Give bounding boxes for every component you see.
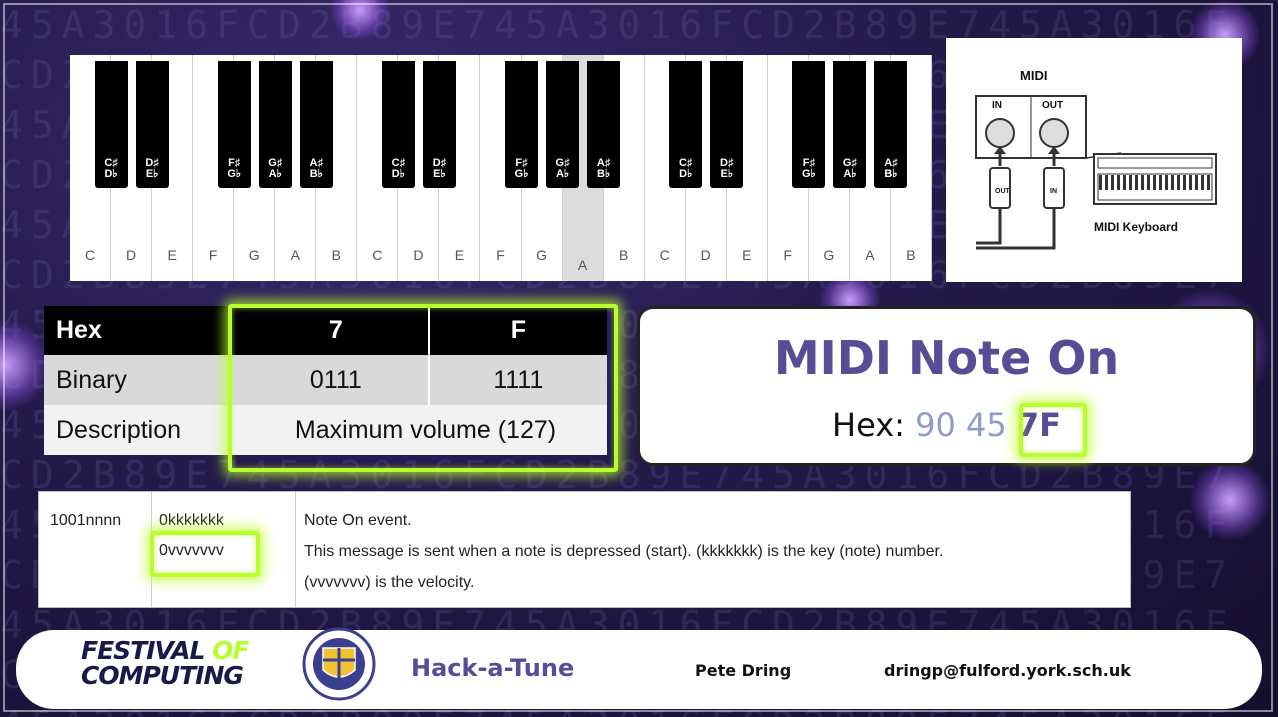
black-key-label: F♯ G♭	[227, 157, 242, 180]
white-key-label: G	[248, 247, 260, 263]
midi-keyboard-label: MIDI Keyboard	[1094, 220, 1178, 234]
midi-out-port-icon	[1039, 118, 1069, 148]
midi-connection-diagram: MIDI IN OUT OUT IN MIDI Keyboard	[946, 38, 1242, 282]
hex-byte-velocity: 7F	[1016, 406, 1061, 444]
table-cell	[39, 492, 152, 607]
white-key-label: D	[126, 247, 137, 263]
plug-in-label: IN	[1050, 188, 1057, 195]
author-email: dringp@fulford.york.sch.uk	[884, 661, 1131, 680]
midi-out-label: OUT	[1042, 100, 1063, 111]
black-key-label: A♯ B♭	[884, 157, 898, 180]
school-crest-icon	[302, 627, 376, 701]
white-key-label: F	[496, 247, 505, 263]
table-row: Binary 0111 1111	[44, 355, 607, 405]
white-key-label: F	[208, 247, 218, 263]
midi-spec-table: 1001nnnn 0kkkkkkk 0vvvvvvv Note On event…	[38, 491, 1131, 608]
hex-value-f: F	[428, 306, 607, 355]
white-key-label: E	[167, 247, 177, 263]
piano-black-key[interactable]: D♯ E♭	[422, 61, 456, 188]
plug-out-label: OUT	[995, 188, 1011, 195]
white-key-label: G	[823, 247, 835, 263]
midi-cable	[976, 208, 1056, 250]
black-key-label: F♯ G♭	[514, 157, 529, 180]
piano-black-key[interactable]: G♯ A♭	[546, 61, 580, 188]
description-value: Maximum volume (127)	[244, 405, 607, 455]
black-key-label: A♯ B♭	[309, 157, 323, 180]
black-key-label: C♯ D♭	[391, 157, 406, 180]
description-row-label: Description	[44, 405, 244, 455]
piano-black-key[interactable]: C♯ D♭	[669, 61, 703, 188]
midi-in-port-icon	[985, 118, 1015, 148]
piano-black-key[interactable]: G♯ A♭	[833, 61, 867, 188]
white-key-label: A	[290, 247, 300, 263]
note-on-hex: Hex: 90 45 7F	[640, 406, 1253, 444]
piano-black-key[interactable]: D♯ E♭	[710, 61, 744, 188]
black-key-label: D♯ E♭	[432, 157, 447, 180]
white-key-label: C	[84, 247, 96, 263]
festival-of-computing-logo: FESTIVAL OF COMPUTING	[81, 636, 250, 690]
note-on-title: MIDI Note On	[773, 331, 1120, 385]
white-key-label: D	[700, 247, 711, 263]
author-name: Pete Dring	[695, 661, 792, 680]
white-key-label: C	[372, 247, 383, 263]
piano-black-key[interactable]: G♯ A♭	[258, 61, 292, 188]
white-key-label: B	[906, 247, 916, 263]
white-key-label: E	[454, 247, 465, 263]
white-key-label: F	[783, 247, 793, 263]
white-key-label: B	[331, 247, 341, 263]
hex-row-label: Hex	[44, 306, 244, 355]
spec-description-line-1: Note On event.	[304, 512, 412, 529]
black-key-label: G♯ A♭	[842, 157, 857, 180]
spec-description-line-2: This message is sent when a note is depr…	[304, 543, 944, 560]
hack-a-tune-title: Hack-a-Tune	[411, 654, 575, 682]
piano-black-key[interactable]: A♯ B♭	[299, 61, 333, 188]
white-key-label: A	[577, 257, 588, 273]
hex-bytes-status-note: 90 45	[915, 406, 1007, 444]
data-byte-2: 0vvvvvvv	[159, 542, 224, 559]
piano-black-key[interactable]: A♯ B♭	[874, 61, 908, 188]
midi-title: MIDI	[1020, 68, 1047, 83]
white-key-label: C	[659, 247, 670, 263]
black-key-label: D♯ E♭	[720, 157, 734, 180]
binary-row-label: Binary	[44, 355, 244, 405]
table-row: Hex 7 F	[44, 306, 607, 355]
black-key-label: C♯ D♭	[678, 157, 693, 180]
piano-keyboard: C D E F G A B C D E F G A B C D E F G A B C♯ D♭ D♯ E♭ F♯ G♭ G♯ A♭ A♯ B…	[70, 55, 932, 281]
hex-value-7: 7	[244, 306, 430, 355]
black-key-label: C♯ D♭	[104, 157, 118, 180]
footer-banner: FESTIVAL OF COMPUTING Hack-a-Tune Pete D…	[16, 627, 1262, 709]
data-byte-1: 0kkkkkkk	[159, 512, 224, 529]
status-byte: 1001nnnn	[50, 512, 122, 529]
white-key-label: A	[865, 247, 875, 263]
hex-label: Hex:	[832, 406, 905, 444]
binary-value-0111: 0111	[244, 355, 430, 405]
black-key-label: F♯ G♭	[801, 157, 816, 180]
white-key-label: B	[618, 247, 629, 263]
midi-in-label: IN	[992, 100, 1002, 111]
piano-black-key[interactable]: F♯ G♭	[792, 61, 826, 188]
black-key-label: G♯ A♭	[555, 157, 570, 180]
note-on-card: MIDI Note On Hex: 90 45 7F	[637, 306, 1256, 466]
piano-black-key[interactable]: F♯ G♭	[505, 61, 539, 188]
spec-description-line-3: (vvvvvvv) is the velocity.	[304, 574, 475, 591]
black-key-label: D♯ E♭	[145, 157, 159, 180]
hex-breakdown-table: Hex 7 F Binary 0111 1111 Description Max…	[44, 306, 607, 455]
piano-black-key[interactable]: C♯ D♭	[94, 61, 128, 188]
binary-value-1111: 1111	[428, 355, 607, 405]
keyboard-icon	[1093, 153, 1217, 205]
piano-black-key[interactable]: F♯ G♭	[217, 61, 251, 188]
black-key-label: G♯ A♭	[268, 157, 283, 180]
piano-black-key[interactable]: C♯ D♭	[381, 61, 415, 188]
piano-black-key[interactable]: D♯ E♭	[135, 61, 169, 188]
white-key-label: G	[536, 247, 547, 263]
background-glow	[1190, 460, 1270, 540]
piano-black-key[interactable]: A♯ B♭	[587, 61, 621, 188]
white-key-label: E	[742, 247, 752, 263]
table-row: Description Maximum volume (127)	[44, 405, 607, 455]
black-key-label: A♯ B♭	[596, 157, 611, 180]
white-key-label: D	[413, 247, 424, 263]
